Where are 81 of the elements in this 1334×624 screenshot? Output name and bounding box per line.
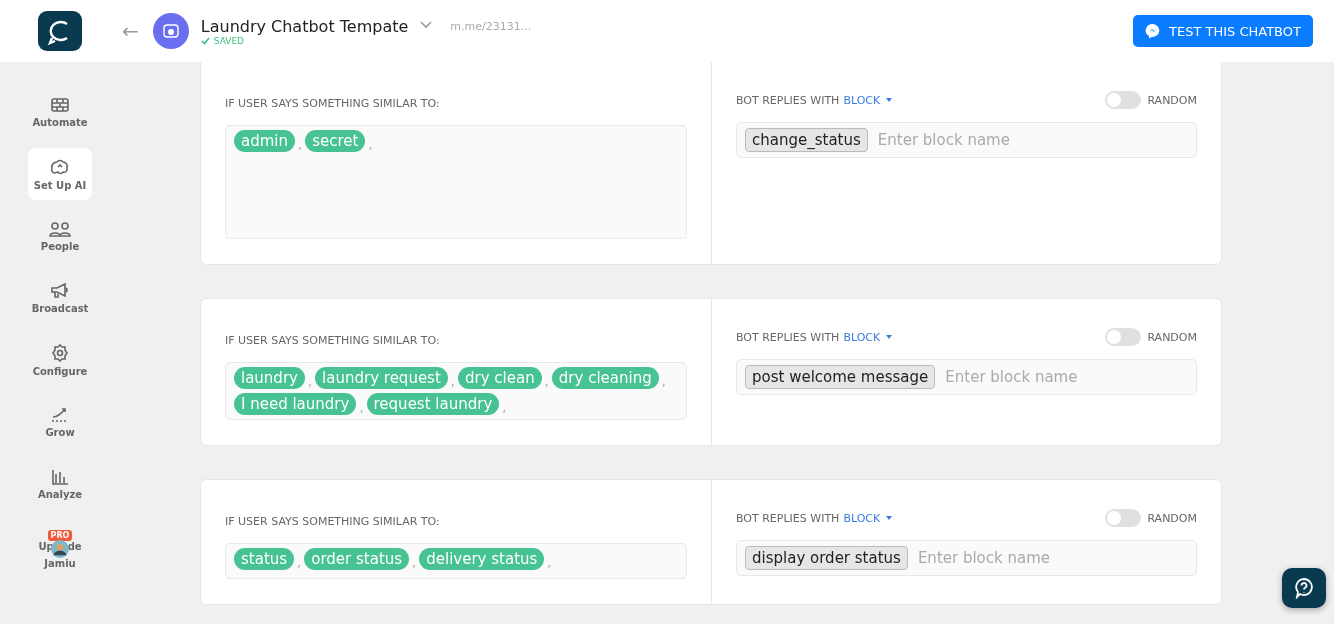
bot-avatar	[152, 13, 189, 49]
user-says-label: IF USER SAYS SOMETHING SIMILAR TO:	[225, 515, 440, 528]
comma-separator: ,	[297, 137, 304, 152]
user-says-label: IF USER SAYS SOMETHING SIMILAR TO:	[225, 97, 440, 110]
sidebar-item[interactable]: Configure	[28, 334, 92, 386]
messenger-icon	[1145, 23, 1162, 39]
sidebar-item[interactable]: People	[28, 210, 92, 262]
phrase-tag[interactable]: secret	[305, 130, 366, 152]
bricks-icon	[50, 96, 70, 113]
caret-icon	[886, 98, 893, 102]
pro-badge: PRO	[47, 530, 73, 541]
phrases-field[interactable]: admin , secret ,	[225, 125, 687, 239]
test-chatbot-button[interactable]: TEST THIS CHATBOT	[1133, 15, 1313, 47]
phrase-tag[interactable]: admin	[234, 130, 295, 152]
block-tag[interactable]: post welcome message	[745, 365, 936, 389]
sidebar-item[interactable]: Set Up AI	[28, 148, 92, 200]
random-label: RANDOM	[1147, 93, 1197, 107]
phrase-tag[interactable]: dry clean	[457, 367, 542, 389]
bot-replies-label: BOT REPLIES WITH	[736, 511, 840, 525]
megaphone-icon	[50, 282, 70, 299]
brain-icon	[50, 157, 70, 176]
comma-separator: ,	[449, 374, 456, 389]
block-name-input[interactable]: Enter block name	[943, 367, 1188, 387]
people-icon	[49, 220, 71, 237]
block-name-field[interactable]: change_status Enter block name	[736, 122, 1197, 158]
phrases-field[interactable]: laundry , laundry request , dry clean , dry cleaning , I need laundry , request laundry ,	[225, 362, 687, 420]
comma-separator: ,	[367, 137, 374, 152]
messenger-link[interactable]: m.me/23131...	[450, 19, 532, 33]
comma-separator: ,	[296, 555, 303, 570]
help-button[interactable]	[1282, 568, 1326, 608]
comma-separator: ,	[358, 400, 365, 415]
bot-replies-label: BOT REPLIES WITH	[736, 330, 840, 344]
comma-separator: ,	[306, 374, 314, 389]
reply-type-dropdown[interactable]: BLOCK	[843, 93, 893, 107]
reply-type-dropdown[interactable]: BLOCK	[843, 511, 893, 525]
block-tag[interactable]: display order status	[745, 546, 908, 570]
comma-separator: ,	[411, 555, 418, 570]
caret-icon	[886, 516, 893, 520]
bot-replies-label: BOT REPLIES WITH	[736, 93, 840, 107]
app-logo[interactable]	[38, 11, 82, 51]
block-name-field[interactable]: display order status Enter block name	[736, 540, 1197, 576]
help-icon	[1293, 577, 1315, 599]
phrase-tag[interactable]: delivery status	[419, 548, 545, 570]
chatbot-title: Laundry Chatbot Tempate	[200, 16, 409, 36]
phrases-field[interactable]: status , order status , delivery status ,	[225, 543, 687, 579]
block-tag[interactable]: change_status	[745, 128, 868, 152]
upgrade-link[interactable]: de	[67, 541, 82, 552]
phrase-tag[interactable]: order status	[304, 548, 410, 570]
sidebar-item[interactable]: Broadcast	[28, 272, 92, 324]
phrase-tag[interactable]: laundry	[234, 367, 305, 389]
sidebar-item[interactable]: Grow	[28, 396, 92, 448]
block-name-field[interactable]: post welcome message Enter block name	[736, 359, 1197, 395]
sidebar-item[interactable]: Automate	[28, 86, 92, 138]
check-icon	[200, 36, 210, 45]
reply-type-dropdown[interactable]: BLOCK	[843, 330, 893, 344]
user-avatar[interactable]	[51, 540, 69, 558]
random-toggle[interactable]	[1105, 91, 1142, 109]
block-name-input[interactable]: Enter block name	[875, 130, 1188, 150]
comma-separator: ,	[543, 374, 550, 389]
block-name-input[interactable]: Enter block name	[915, 548, 1188, 568]
phrase-tag[interactable]: status	[234, 548, 295, 570]
saved-label: SAVED	[213, 35, 244, 46]
gear-icon	[51, 343, 69, 362]
user-name: Jamiu	[44, 558, 76, 569]
sidebar-item[interactable]: Analyze	[28, 458, 92, 510]
random-label: RANDOM	[1147, 330, 1197, 344]
phrase-tag[interactable]: request laundry	[366, 393, 500, 415]
phrase-tag[interactable]: laundry request	[315, 367, 448, 389]
random-toggle[interactable]	[1105, 509, 1142, 527]
comma-separator: ,	[660, 374, 667, 389]
comma-separator: ,	[501, 400, 508, 415]
random-label: RANDOM	[1147, 511, 1197, 525]
comma-separator: ,	[546, 555, 553, 570]
bar-chart-icon	[51, 468, 69, 485]
random-toggle[interactable]	[1105, 328, 1142, 346]
caret-icon	[886, 335, 893, 339]
phrase-tag[interactable]: I need laundry	[234, 393, 357, 415]
chevron-down-icon[interactable]	[420, 21, 433, 29]
phrase-tag[interactable]: dry cleaning	[551, 367, 659, 389]
user-says-label: IF USER SAYS SOMETHING SIMILAR TO:	[225, 334, 440, 347]
back-button[interactable]: ←	[122, 19, 139, 43]
